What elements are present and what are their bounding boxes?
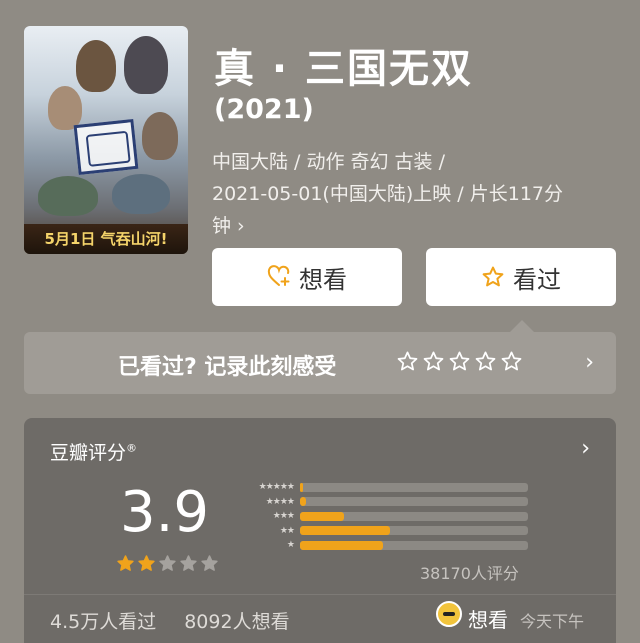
chevron-right-icon[interactable]: › bbox=[581, 436, 590, 461]
meta-line: 钟 bbox=[212, 215, 232, 237]
distribution-row: ★★★★ bbox=[232, 495, 528, 510]
distribution-star-label: ★★★ bbox=[272, 511, 295, 522]
star-filled-icon bbox=[138, 555, 155, 571]
chevron-right-icon: › bbox=[237, 215, 245, 237]
friend-action: 想看 bbox=[468, 608, 508, 632]
distribution-bar bbox=[300, 540, 383, 550]
watched-count: 4.5万人看过 bbox=[50, 611, 157, 633]
poster-figure bbox=[76, 40, 116, 92]
poster-figure bbox=[38, 176, 98, 216]
distribution-star-label: ★ bbox=[286, 540, 295, 551]
star-empty-icon bbox=[159, 555, 176, 571]
movie-poster[interactable]: 5月1日 气吞山河! bbox=[24, 26, 188, 254]
distribution-bar bbox=[300, 526, 390, 536]
rating-score: 3.9 bbox=[120, 480, 210, 545]
distribution-row: ★★★ bbox=[232, 509, 528, 524]
callout-pointer bbox=[510, 320, 534, 332]
distribution-row: ★ bbox=[232, 538, 528, 553]
want-count: 8092人想看 bbox=[184, 611, 290, 633]
meta-line: 中国大陆 / 动作 奇幻 古装 / bbox=[212, 151, 446, 173]
movie-year: (2021) bbox=[214, 94, 314, 125]
distribution-track bbox=[300, 526, 528, 536]
distribution-track bbox=[300, 497, 528, 507]
meta-line: 2021-05-01(中国大陆)上映 / 片长117分 bbox=[212, 183, 563, 205]
rating-distribution: ★★★★★ ★★★★ ★★★ ★★ ★ bbox=[232, 480, 528, 553]
heart-plus-icon bbox=[267, 265, 290, 286]
rate-star-icon[interactable] bbox=[500, 350, 523, 373]
want-button[interactable]: 想看 bbox=[212, 248, 402, 306]
seen-button[interactable]: 看过 bbox=[426, 248, 616, 306]
want-button-label: 想看 bbox=[299, 265, 347, 294]
friend-avatar[interactable] bbox=[436, 601, 462, 627]
rating-stars bbox=[116, 554, 219, 573]
movie-meta[interactable]: 中国大陆 / 动作 奇幻 古装 / 2021-05-01(中国大陆)上映 / 片… bbox=[212, 146, 622, 242]
distribution-row: ★★ bbox=[232, 524, 528, 539]
audience-stats: 4.5万人看过 8092人想看 bbox=[50, 607, 290, 634]
rate-star-icon[interactable] bbox=[474, 350, 497, 373]
divider bbox=[24, 594, 616, 595]
rate-star-icon[interactable] bbox=[448, 350, 471, 373]
distribution-bar bbox=[300, 511, 344, 521]
friend-time: 今天下午 bbox=[520, 612, 585, 631]
rating-header: 豆瓣评分® bbox=[50, 438, 137, 465]
movie-title: 真 · 三国无双 bbox=[214, 46, 474, 92]
distribution-star-label: ★★★★★ bbox=[258, 482, 295, 493]
chevron-right-icon: › bbox=[585, 350, 594, 375]
distribution-row: ★★★★★ bbox=[232, 480, 528, 495]
poster-figure bbox=[112, 174, 170, 214]
rate-prompt-label: 已看过? 记录此刻感受 bbox=[118, 355, 337, 380]
rate-star-icon[interactable] bbox=[422, 350, 445, 373]
rate-prompt-stars[interactable] bbox=[396, 350, 523, 373]
poster-figure bbox=[48, 86, 82, 130]
rating-count: 38170人评分 bbox=[420, 564, 519, 583]
poster-tagline: 5月1日 气吞山河! bbox=[24, 224, 188, 254]
seen-button-label: 看过 bbox=[513, 265, 561, 294]
distribution-track bbox=[300, 540, 528, 550]
distribution-star-label: ★★★★ bbox=[265, 496, 295, 507]
poster-figure bbox=[142, 112, 178, 160]
distribution-bar bbox=[300, 482, 303, 492]
rating-header-label: 豆瓣评分 bbox=[50, 442, 127, 464]
star-empty-icon bbox=[201, 555, 218, 571]
distribution-track bbox=[300, 511, 528, 521]
distribution-star-label: ★★ bbox=[279, 525, 295, 536]
poster-figure bbox=[124, 36, 168, 94]
star-filled-icon bbox=[117, 555, 134, 571]
distribution-track bbox=[300, 482, 528, 492]
registered-mark: ® bbox=[126, 441, 138, 455]
meta-line-last: 钟 › bbox=[212, 210, 622, 242]
distribution-bar bbox=[300, 497, 306, 507]
poster-logo bbox=[73, 119, 139, 175]
rate-star-icon[interactable] bbox=[396, 350, 419, 373]
star-icon bbox=[482, 266, 504, 287]
rate-prompt-bar[interactable]: 已看过? 记录此刻感受 › bbox=[24, 332, 616, 394]
douban-rating-card[interactable]: 豆瓣评分® › 3.9 ★★★★★ ★★★★ ★★★ ★★ ★ 38170人评分 4.5… bbox=[24, 418, 616, 643]
star-empty-icon bbox=[180, 555, 197, 571]
